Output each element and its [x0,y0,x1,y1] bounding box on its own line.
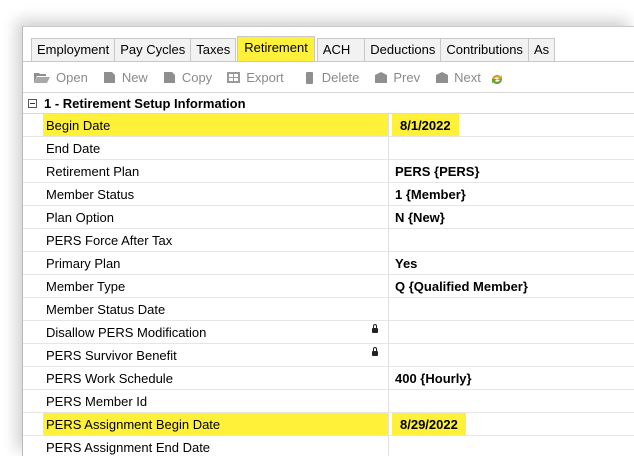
row-label: PERS Work Schedule [43,367,389,389]
copy-label: Copy [181,69,213,85]
tab-more[interactable]: As [527,38,556,61]
row-label: Member Status Date [43,298,389,320]
row-value[interactable] [389,298,634,320]
tab-strip: Employment Pay Cycles Taxes Retirement A… [23,35,634,62]
new-button[interactable]: New [102,70,148,85]
row-label: Disallow PERS Modification [46,324,207,340]
row-label: PERS Force After Tax [43,229,389,251]
new-document-icon [102,71,117,84]
row-label: End Date [43,137,389,159]
row-value[interactable] [389,321,634,343]
copy-button[interactable]: Copy [162,70,212,85]
row-value[interactable]: PERS {PERS} [389,160,634,182]
new-label: New [121,69,148,85]
next-arrow-icon [434,71,449,84]
prev-arrow-icon [373,71,388,84]
export-icon [226,71,241,84]
row-value[interactable]: 400 {Hourly} [389,367,634,389]
tab-deductions[interactable]: Deductions [364,38,442,61]
grid-row[interactable]: PERS Survivor Benefit [23,344,634,367]
grid-row[interactable]: Disallow PERS Modification [23,321,634,344]
row-value[interactable]: N {New} [389,206,634,228]
grid-row[interactable]: PERS Assignment End Date [23,436,634,456]
row-value[interactable] [389,390,634,412]
grid-row[interactable]: Begin Date 8/1/2022 [23,114,634,137]
grid-row[interactable]: Retirement Plan PERS {PERS} [23,160,634,183]
delete-button[interactable]: Delete [302,69,360,85]
row-label: PERS Member Id [43,390,389,412]
tab-employment[interactable]: Employment [31,38,116,61]
row-value[interactable]: Q {Qualified Member} [389,275,634,297]
grid-row[interactable]: Member Status Date [23,298,634,321]
grid-row[interactable]: End Date [23,137,634,160]
row-label: Member Status [43,183,389,205]
lock-icon [372,347,378,356]
tab-retirement[interactable]: Retirement [237,36,315,61]
property-grid: 1 - Retirement Setup Information Begin D… [23,93,634,456]
employee-window: Employment Pay Cycles Taxes Retirement A… [22,26,634,456]
row-value[interactable] [389,137,634,159]
copy-icon [162,71,177,84]
grid-row[interactable]: Member Type Q {Qualified Member} [23,275,634,298]
begin-date-value: 8/1/2022 [392,114,459,136]
grid-row[interactable]: Primary Plan Yes [23,252,634,275]
group-header[interactable]: 1 - Retirement Setup Information [23,93,634,114]
collapse-icon[interactable] [28,98,37,108]
row-value[interactable] [389,436,634,456]
grid-row[interactable]: PERS Force After Tax [23,229,634,252]
tab-contributions[interactable]: Contributions [440,38,529,61]
trash-icon [302,71,317,84]
tab-ach[interactable]: ACH [316,38,366,61]
lock-icon [372,324,378,333]
row-value[interactable]: Yes [389,252,634,274]
row-value[interactable] [389,344,634,366]
assignment-begin-date-value: 8/29/2022 [392,413,466,435]
open-button[interactable]: Open [33,70,88,85]
group-title: 1 - Retirement Setup Information [44,95,246,111]
row-label: PERS Assignment Begin Date [43,413,389,435]
folder-open-icon [33,71,51,84]
next-label: Next [454,69,481,85]
row-label: Retirement Plan [43,160,389,182]
row-label: PERS Assignment End Date [43,436,389,456]
grid-row[interactable]: PERS Work Schedule 400 {Hourly} [23,367,634,390]
export-button[interactable]: Export [226,70,284,85]
grid-row[interactable]: Member Status 1 {Member} [23,183,634,206]
grid-row[interactable]: Plan Option N {New} [23,206,634,229]
tab-pay-cycles[interactable]: Pay Cycles [114,38,192,61]
row-value[interactable]: 8/1/2022 [389,114,634,136]
toolbar: Open New Copy Export Delete Prev Next [23,62,634,93]
tab-taxes[interactable]: Taxes [190,38,237,61]
row-value[interactable] [389,229,634,251]
prev-label: Prev [393,69,421,85]
grid-row[interactable]: PERS Assignment Begin Date 8/29/2022 [23,413,634,436]
refresh-icon [489,71,504,84]
row-value[interactable]: 1 {Member} [389,183,634,205]
next-button[interactable]: Next [434,70,481,85]
refresh-button[interactable] [489,71,509,84]
prev-button[interactable]: Prev [373,70,420,85]
row-value[interactable]: 8/29/2022 [389,413,634,435]
row-label: Begin Date [43,114,389,136]
row-label: Primary Plan [43,252,389,274]
open-label: Open [56,69,88,85]
row-label: PERS Survivor Benefit [46,347,177,363]
row-label: Plan Option [43,206,389,228]
export-label: Export [246,69,284,85]
delete-label: Delete [321,69,360,85]
grid-row[interactable]: PERS Member Id [23,390,634,413]
row-label: Member Type [43,275,389,297]
